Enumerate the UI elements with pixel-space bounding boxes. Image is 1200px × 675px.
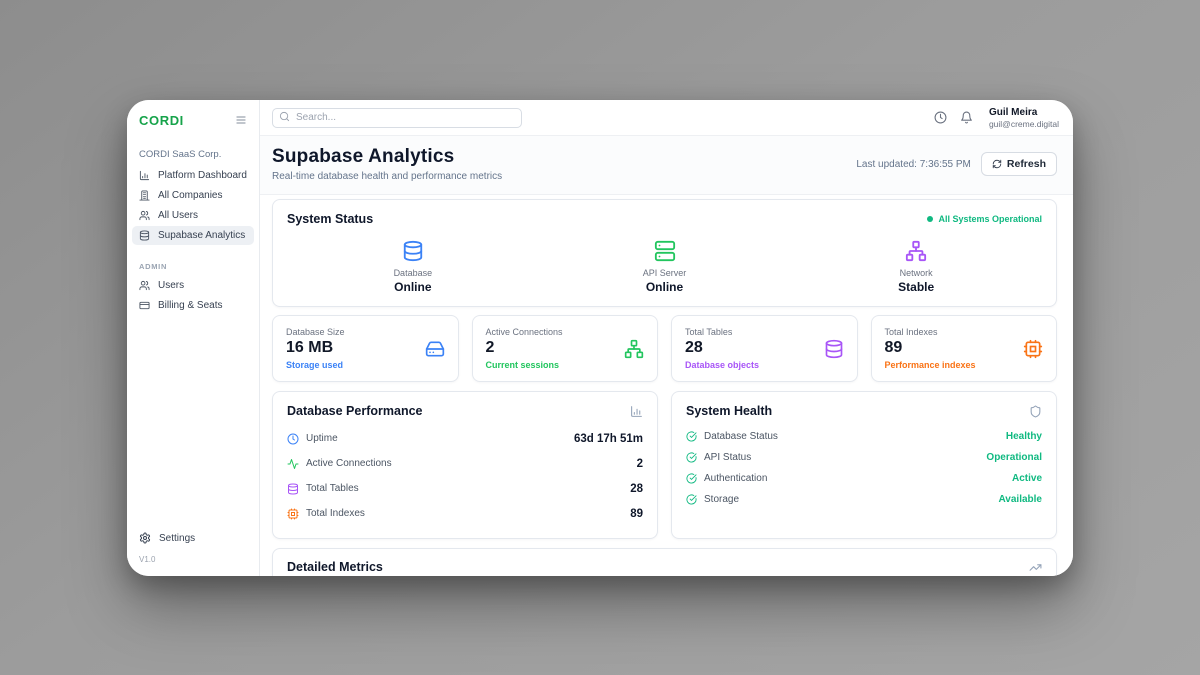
server-icon bbox=[654, 240, 676, 262]
check-circle-icon bbox=[686, 452, 697, 463]
sidebar-nav: Platform Dashboard All Companies All Use… bbox=[127, 165, 259, 316]
metric-card-total-indexes: Total Indexes 89 Performance indexes bbox=[871, 315, 1058, 382]
app-window: CORDI CORDI SaaS Corp. Platform Dashboar… bbox=[127, 100, 1073, 576]
sidebar-item-all-users[interactable]: All Users bbox=[132, 206, 254, 225]
refresh-icon bbox=[992, 159, 1002, 169]
sidebar-item-users[interactable]: Users bbox=[132, 276, 254, 295]
metric-card-database-size: Database Size 16 MB Storage used bbox=[272, 315, 459, 382]
health-row-storage: Storage Available bbox=[686, 489, 1042, 510]
check-circle-icon bbox=[686, 473, 697, 484]
menu-icon[interactable] bbox=[235, 114, 247, 126]
system-status-title: System Status bbox=[287, 212, 373, 226]
refresh-button[interactable]: Refresh bbox=[981, 152, 1057, 176]
page-title: Supabase Analytics bbox=[272, 146, 502, 168]
cordi-logo: CORDI bbox=[139, 113, 184, 128]
credit-card-icon bbox=[139, 300, 150, 311]
trending-up-icon bbox=[1029, 561, 1042, 574]
detailed-metrics-card: Detailed Metrics Database Information Da… bbox=[272, 548, 1057, 576]
network-icon bbox=[905, 240, 927, 262]
hard-drive-icon bbox=[425, 339, 445, 359]
page-subtitle: Real-time database health and performanc… bbox=[272, 171, 502, 182]
system-health-title: System Health bbox=[686, 404, 772, 418]
search-icon bbox=[279, 111, 290, 122]
users-icon bbox=[139, 280, 150, 291]
perf-row-uptime: Uptime 63d 17h 51m bbox=[287, 426, 643, 451]
status-item-database: Database Online bbox=[287, 236, 539, 296]
check-circle-icon bbox=[686, 494, 697, 505]
sidebar-item-platform-dashboard[interactable]: Platform Dashboard bbox=[132, 166, 254, 185]
search-box bbox=[272, 107, 522, 128]
users-icon bbox=[139, 210, 150, 221]
sidebar-item-supabase-analytics[interactable]: Supabase Analytics bbox=[132, 226, 254, 245]
cpu-icon bbox=[287, 508, 299, 520]
org-name: CORDI SaaS Corp. bbox=[127, 140, 259, 165]
status-item-network: Network Stable bbox=[790, 236, 1042, 296]
health-row-api-status: API Status Operational bbox=[686, 447, 1042, 468]
metric-card-active-connections: Active Connections 2 Current sessions bbox=[472, 315, 659, 382]
sidebar-item-settings[interactable]: Settings bbox=[139, 528, 247, 548]
search-input[interactable] bbox=[272, 108, 522, 128]
perf-row-total-indexes: Total Indexes 89 bbox=[287, 501, 643, 526]
perf-row-total-tables: Total Tables 28 bbox=[287, 476, 643, 501]
sidebar-item-billing-seats[interactable]: Billing & Seats bbox=[132, 296, 254, 315]
system-health-panel: System Health Database Status bbox=[671, 391, 1057, 539]
sidebar: CORDI CORDI SaaS Corp. Platform Dashboar… bbox=[127, 100, 260, 576]
cpu-icon bbox=[1023, 339, 1043, 359]
shield-icon bbox=[1029, 405, 1042, 418]
app-version: V1.0 bbox=[139, 555, 247, 564]
network-icon bbox=[624, 339, 644, 359]
detailed-metrics-title: Detailed Metrics bbox=[287, 560, 383, 574]
status-item-api-server: API Server Online bbox=[539, 236, 791, 296]
topbar: Guil Meira guil@creme.digital bbox=[260, 100, 1073, 136]
activity-icon bbox=[287, 458, 299, 470]
database-performance-panel: Database Performance Uptime bbox=[272, 391, 658, 539]
check-circle-icon bbox=[686, 431, 697, 442]
metric-card-total-tables: Total Tables 28 Database objects bbox=[671, 315, 858, 382]
status-dot-icon bbox=[927, 216, 933, 222]
database-performance-title: Database Performance bbox=[287, 404, 422, 418]
last-updated-text: Last updated: 7:36:55 PM bbox=[856, 159, 971, 170]
page-header: Supabase Analytics Real-time database he… bbox=[260, 136, 1073, 195]
health-row-authentication: Authentication Active bbox=[686, 468, 1042, 489]
sidebar-item-all-companies[interactable]: All Companies bbox=[132, 186, 254, 205]
clock-icon bbox=[287, 433, 299, 445]
status-badge: All Systems Operational bbox=[927, 214, 1042, 224]
database-icon bbox=[402, 240, 424, 262]
user-name: Guil Meira bbox=[989, 107, 1059, 118]
health-row-database-status: Database Status Healthy bbox=[686, 426, 1042, 447]
bar-chart-icon bbox=[139, 170, 150, 181]
clock-icon[interactable] bbox=[934, 111, 947, 124]
perf-row-active-connections: Active Connections 2 bbox=[287, 451, 643, 476]
user-email: guil@creme.digital bbox=[989, 119, 1059, 129]
building-icon bbox=[139, 190, 150, 201]
database-icon bbox=[139, 230, 150, 241]
admin-section-label: ADMIN bbox=[127, 258, 259, 275]
gear-icon bbox=[139, 532, 151, 544]
database-icon bbox=[287, 483, 299, 495]
content-area: System Status All Systems Operational Da… bbox=[260, 195, 1073, 576]
user-menu[interactable]: Guil Meira guil@creme.digital bbox=[989, 107, 1059, 129]
system-status-card: System Status All Systems Operational Da… bbox=[272, 199, 1057, 307]
database-icon bbox=[824, 339, 844, 359]
bar-chart-icon bbox=[630, 405, 643, 418]
bell-icon[interactable] bbox=[960, 111, 973, 124]
